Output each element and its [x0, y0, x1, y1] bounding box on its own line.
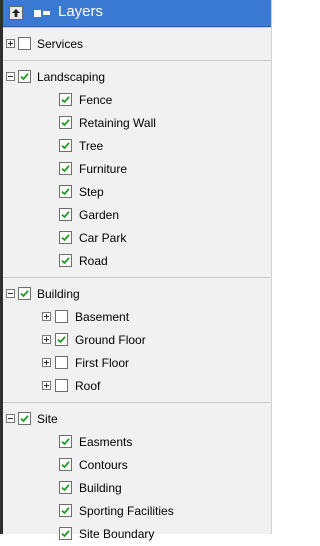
layer-checkbox[interactable]	[59, 435, 72, 448]
layer-checkbox[interactable]	[59, 93, 72, 106]
layer-checkbox[interactable]	[59, 231, 72, 244]
header-tree-controls	[34, 10, 52, 24]
layer-checkbox[interactable]	[18, 37, 31, 50]
collapse-all-icon[interactable]	[43, 11, 50, 15]
layer-group-building: Building Basement Ground Floor First Floor R…	[3, 277, 271, 397]
layer-checkbox[interactable]	[59, 162, 72, 175]
expand-all-icon[interactable]	[34, 10, 41, 17]
layer-label: Easments	[79, 435, 133, 449]
layer-group-landscaping: Landscaping Fence Retaining Wall Tree Furnit…	[3, 60, 271, 272]
collapse-toggle-icon[interactable]	[6, 414, 15, 423]
layer-label: Landscaping	[37, 70, 106, 84]
layer-label: Building	[79, 481, 122, 495]
layer-checkbox[interactable]	[55, 310, 68, 323]
layer-group-site: Site Easments Contours Building Sporting Fac…	[3, 402, 271, 545]
layers-panel: Layers Services Landscaping Fence Retaining…	[0, 0, 272, 541]
layer-checkbox[interactable]	[18, 287, 31, 300]
layer-label: Road	[79, 254, 108, 268]
layer-label: Fence	[79, 93, 113, 107]
layer-label: Ground Floor	[75, 333, 146, 347]
layer-checkbox[interactable]	[59, 504, 72, 517]
layer-checkbox[interactable]	[55, 333, 68, 346]
layer-checkbox[interactable]	[55, 379, 68, 392]
layer-checkbox[interactable]	[59, 185, 72, 198]
layer-checkbox[interactable]	[59, 254, 72, 267]
layer-checkbox[interactable]	[59, 481, 72, 494]
panel-header: Layers	[3, 0, 271, 27]
layer-label: Building	[37, 287, 80, 301]
layer-label: Car Park	[79, 231, 127, 245]
layer-checkbox[interactable]	[55, 356, 68, 369]
layer-checkbox[interactable]	[59, 139, 72, 152]
layer-label: Site Boundary	[79, 527, 155, 541]
layer-label: Garden	[79, 208, 120, 222]
expand-toggle-icon[interactable]	[42, 335, 51, 344]
expand-toggle-icon[interactable]	[42, 381, 51, 390]
layer-group-services: Services	[3, 27, 271, 55]
layer-label: Furniture	[79, 162, 128, 176]
layer-checkbox[interactable]	[59, 208, 72, 221]
expand-toggle-icon[interactable]	[42, 358, 51, 367]
arrow-up-icon	[12, 9, 20, 17]
panel-title: Layers	[58, 3, 104, 20]
layer-checkbox[interactable]	[18, 70, 31, 83]
layer-checkbox[interactable]	[59, 116, 72, 129]
layer-label: Services	[37, 37, 84, 51]
expand-toggle-icon[interactable]	[6, 39, 15, 48]
layer-label: Roof	[75, 379, 101, 393]
collapse-toggle-icon[interactable]	[6, 72, 15, 81]
layer-label: Contours	[79, 458, 128, 472]
layer-checkbox[interactable]	[18, 412, 31, 425]
layer-label: Step	[79, 185, 104, 199]
layer-label: Tree	[79, 139, 104, 153]
layer-label: Retaining Wall	[79, 116, 156, 130]
expand-toggle-icon[interactable]	[42, 312, 51, 321]
up-arrow-button[interactable]	[9, 6, 23, 20]
layer-label: First Floor	[75, 356, 129, 370]
layer-label: Basement	[75, 310, 130, 324]
layer-label: Sporting Facilities	[79, 504, 174, 518]
collapse-toggle-icon[interactable]	[6, 289, 15, 298]
layer-label: Site	[37, 412, 58, 426]
layer-checkbox[interactable]	[59, 458, 72, 471]
